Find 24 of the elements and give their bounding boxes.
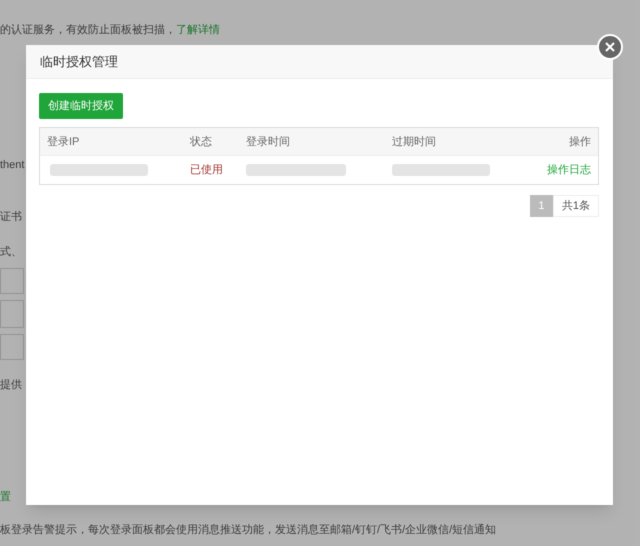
- input-field[interactable]: [0, 300, 24, 328]
- column-header: 登录时间: [246, 134, 291, 150]
- description-text: 提供: [0, 378, 22, 393]
- create-button[interactable]: 创建临时授权: [39, 93, 123, 120]
- description-text: 式、: [0, 245, 22, 260]
- close-button[interactable]: [597, 34, 623, 60]
- description-text: 证书: [0, 210, 22, 225]
- page-button[interactable]: 1: [530, 195, 553, 218]
- column-header: 过期时间: [392, 134, 437, 150]
- status-text: 已使用: [190, 163, 224, 178]
- input-field[interactable]: [0, 268, 24, 294]
- details-link[interactable]: 了解详情: [176, 22, 220, 38]
- column-header: 状态: [190, 134, 213, 150]
- operation-log-link[interactable]: 操作日志: [547, 164, 591, 176]
- input-field[interactable]: [0, 334, 24, 360]
- description-text: 板登录告警提示，每次登录面板都会使用消息推送功能，发送消息至邮箱/钉钉/飞书/企业微信/短信通知: [0, 522, 496, 538]
- column-header: 登录IP: [46, 134, 80, 150]
- dialog-title: 临时授权管理: [40, 52, 118, 71]
- total-count: 共1条: [552, 195, 599, 218]
- close-icon: [604, 41, 616, 53]
- description-text: 的认证服务，有效防止面板被扫描，: [0, 23, 176, 38]
- column-header: 操作: [568, 134, 592, 150]
- description-text: thent: [0, 158, 24, 173]
- settings-link[interactable]: 置: [0, 489, 11, 506]
